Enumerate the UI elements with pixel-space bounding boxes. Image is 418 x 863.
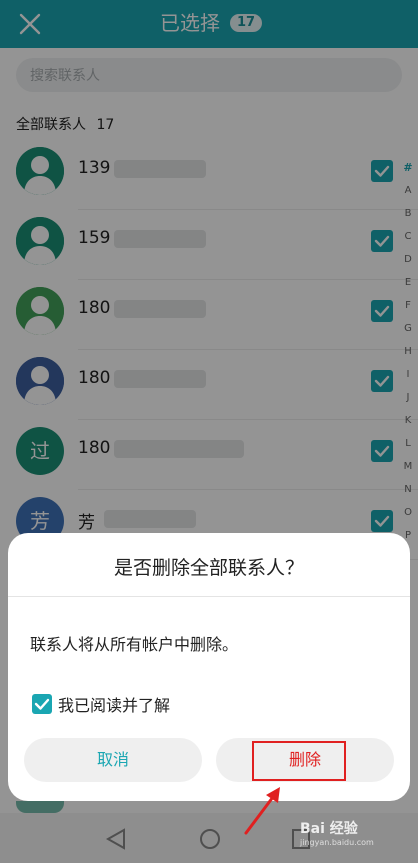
ack-checkbox-row[interactable]: 我已阅读并了解 [32,693,170,715]
ack-label: 我已阅读并了解 [58,696,171,715]
watermark-sub: jingyan.baidu.com [300,838,374,847]
cancel-button[interactable]: 取消 [24,738,202,782]
annotation-arrow-icon [244,787,280,835]
delete-confirm-dialog: 是否删除全部联系人？ 联系人将从所有帐户中删除。 我已阅读并了解 取消 删除 [8,533,410,801]
check-icon [34,698,50,710]
watermark-text: Bai 经验 [300,821,358,837]
dialog-divider [8,596,410,597]
dialog-title: 是否删除全部联系人？ [113,557,304,579]
highlight-box [252,741,346,781]
dialog-message: 联系人将从所有帐户中删除。 [30,635,239,654]
watermark: Bai 经验 jingyan.baidu.com [300,818,374,847]
ack-checkbox[interactable] [32,694,52,714]
